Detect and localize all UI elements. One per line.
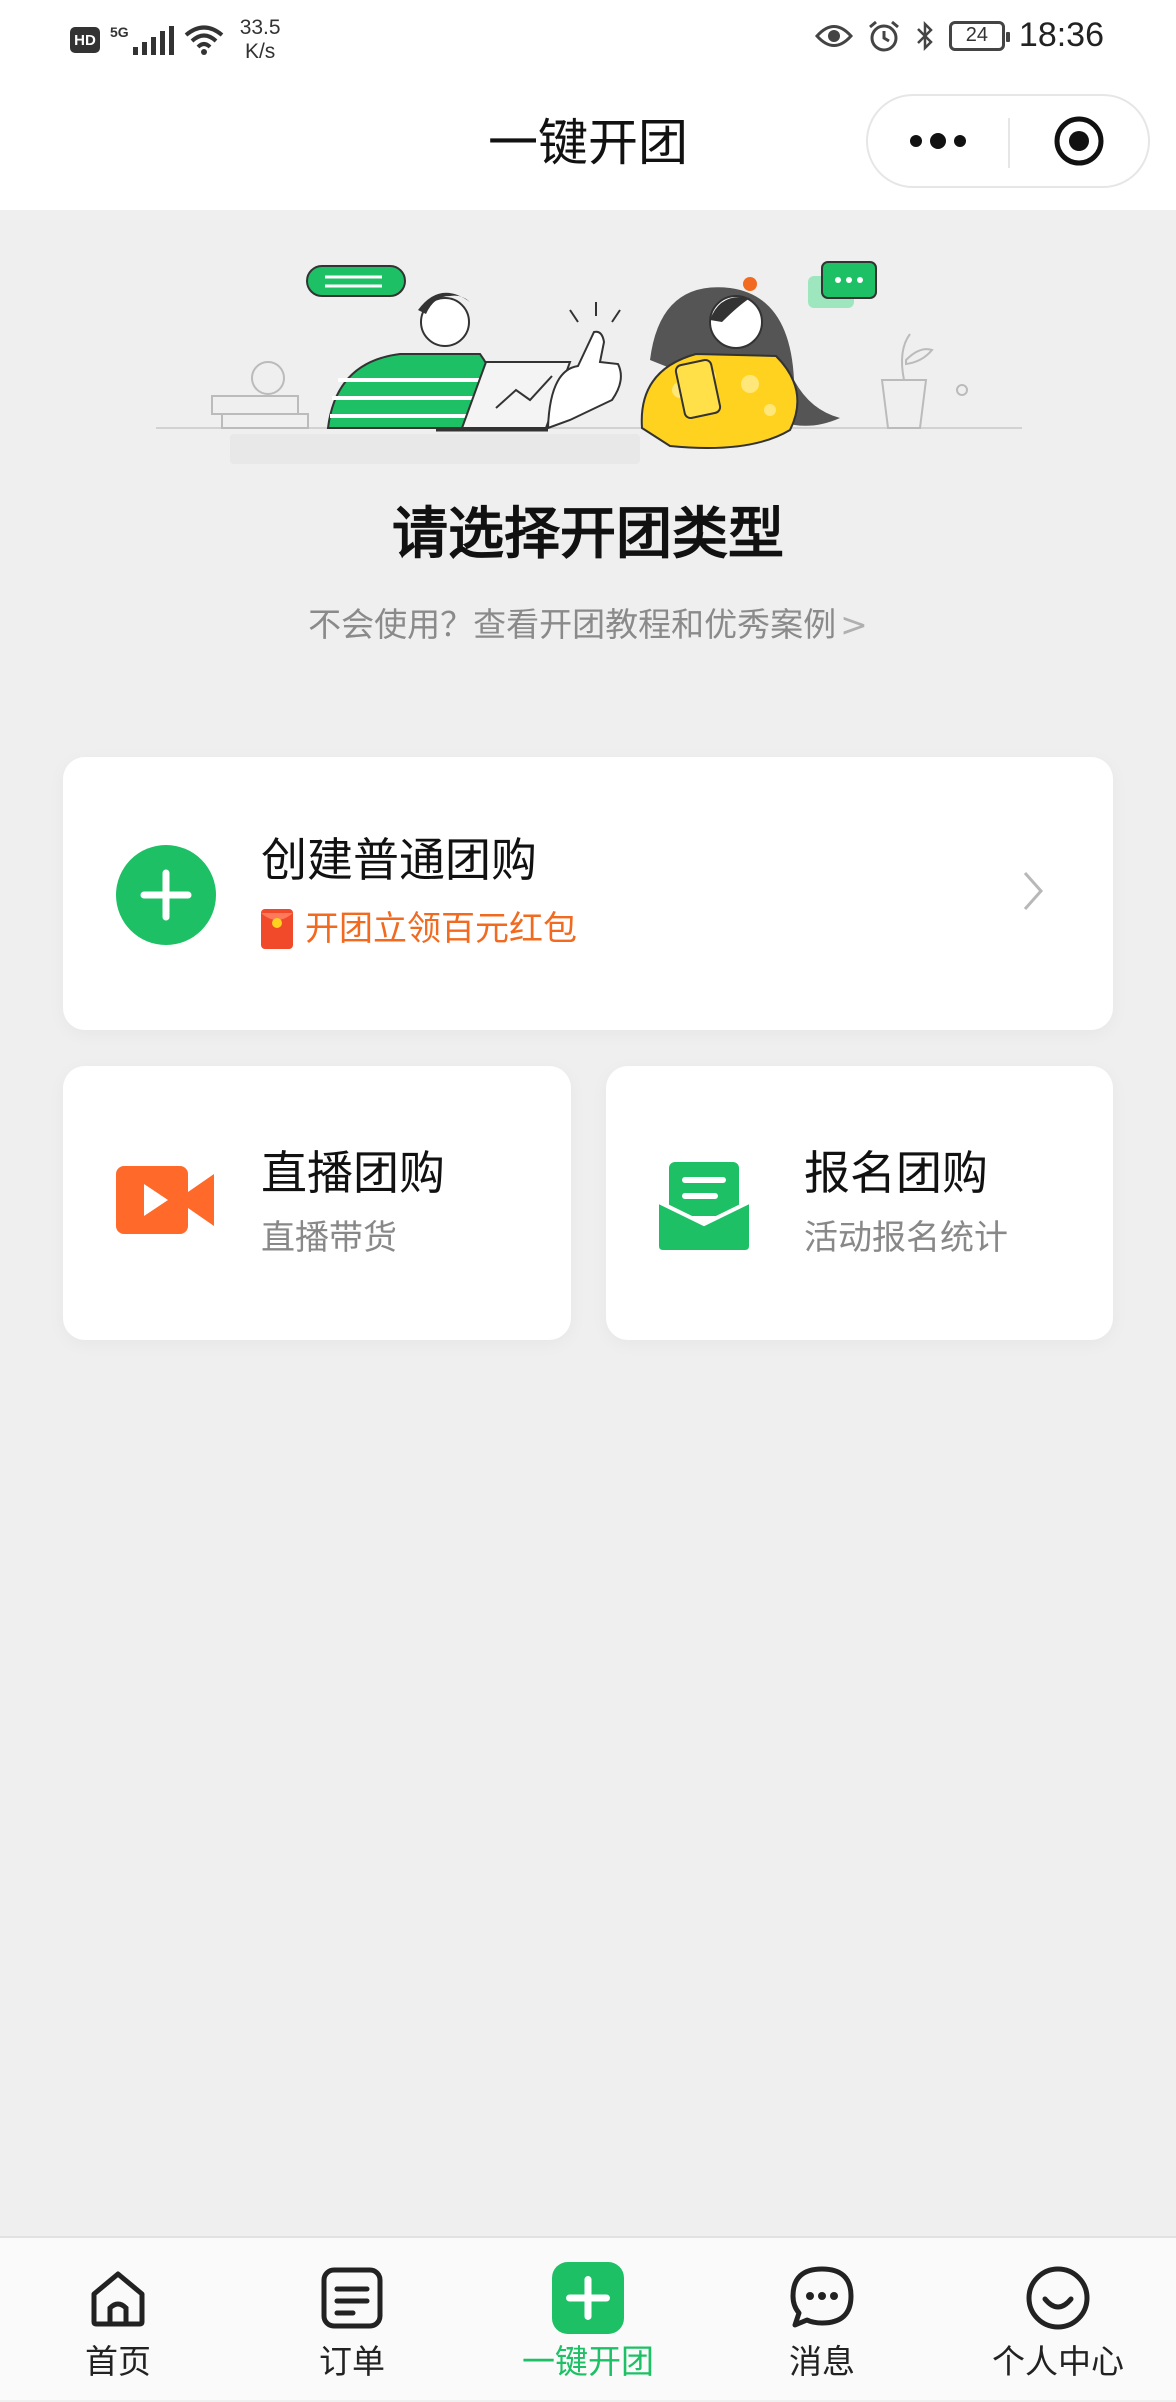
- tab-create-group[interactable]: 一键开团: [470, 2238, 706, 2402]
- status-time: 18:36: [1018, 16, 1104, 54]
- status-right: 24 18:36: [814, 16, 1104, 55]
- speed-unit: K/s: [244, 40, 276, 63]
- hero-illustration: [156, 261, 1022, 464]
- alarm-icon: [868, 20, 899, 51]
- battery-icon: 24: [948, 20, 1010, 51]
- more-dots-icon: [910, 133, 966, 149]
- tab-messages[interactable]: 消息: [704, 2238, 940, 2402]
- signup-envelope-icon: [659, 1162, 749, 1250]
- tab-profile[interactable]: 个人中心: [940, 2238, 1176, 2402]
- network-type: 5G: [110, 24, 129, 40]
- red-envelope-icon: [261, 909, 293, 949]
- tab-label: 个人中心: [992, 2342, 1124, 2381]
- speed-value: 33.5: [239, 16, 281, 39]
- hd-badge: HD: [70, 27, 100, 53]
- status-left: HD 5G 33.5 K/s: [70, 16, 281, 64]
- status-bar: HD 5G 33.5 K/s 24 18:36: [0, 0, 1176, 76]
- tab-home[interactable]: 首页: [0, 2238, 236, 2402]
- profile-icon: [1022, 2262, 1094, 2334]
- live-group-card[interactable]: 直播团购 直播带货: [63, 1066, 571, 1340]
- wifi-icon: [184, 25, 223, 55]
- create-normal-group-title: 创建普通团购: [261, 833, 537, 887]
- top-bar: HD 5G 33.5 K/s 24 18:36 一键开团: [0, 0, 1176, 210]
- eye-icon: [814, 24, 853, 47]
- plus-square-icon: [552, 2262, 624, 2334]
- signup-group-title: 报名团购: [804, 1146, 988, 1200]
- create-normal-group-card[interactable]: 创建普通团购 开团立领百元红包: [63, 757, 1113, 1030]
- home-icon: [82, 2262, 154, 2334]
- tab-label: 订单: [319, 2342, 385, 2381]
- tutorial-link[interactable]: 不会使用？查看开团教程和优秀案例 >: [0, 600, 1176, 650]
- battery-level: 24: [965, 24, 989, 46]
- promo-text: 开团立领百元红包: [305, 909, 577, 949]
- chevron-right-icon: [1023, 872, 1044, 910]
- tab-label: 首页: [85, 2342, 151, 2381]
- signal-icon: 5G: [110, 25, 174, 55]
- more-button[interactable]: [868, 96, 1008, 186]
- message-icon: [786, 2262, 858, 2334]
- tab-orders[interactable]: 订单: [234, 2238, 470, 2402]
- tab-label: 一键开团: [522, 2342, 654, 2381]
- bottom-tab-bar: 首页 订单 一键开团 消息 个人中心: [0, 2236, 1176, 2400]
- live-group-title: 直播团购: [261, 1146, 445, 1200]
- tutorial-link-text: 不会使用？查看开团教程和优秀案例: [308, 605, 837, 644]
- close-button[interactable]: [1010, 96, 1148, 186]
- hero-title: 请选择开团类型: [392, 502, 784, 567]
- tab-label: 消息: [789, 2342, 855, 2381]
- red-packet-promo: 开团立领百元红包: [261, 905, 577, 953]
- video-camera-icon: [116, 1166, 214, 1234]
- bluetooth-icon: [917, 20, 933, 51]
- signup-group-card[interactable]: 报名团购 活动报名统计: [606, 1066, 1113, 1340]
- plus-circle-icon: [116, 845, 216, 945]
- order-icon: [316, 2262, 388, 2334]
- target-close-icon: [1054, 116, 1104, 166]
- network-speed: 33.5 K/s: [240, 16, 281, 64]
- signup-group-desc: 活动报名统计: [804, 1218, 1008, 1258]
- miniprogram-capsule: [866, 94, 1150, 188]
- live-group-desc: 直播带货: [261, 1218, 397, 1258]
- chevron-right-icon: >: [840, 605, 868, 644]
